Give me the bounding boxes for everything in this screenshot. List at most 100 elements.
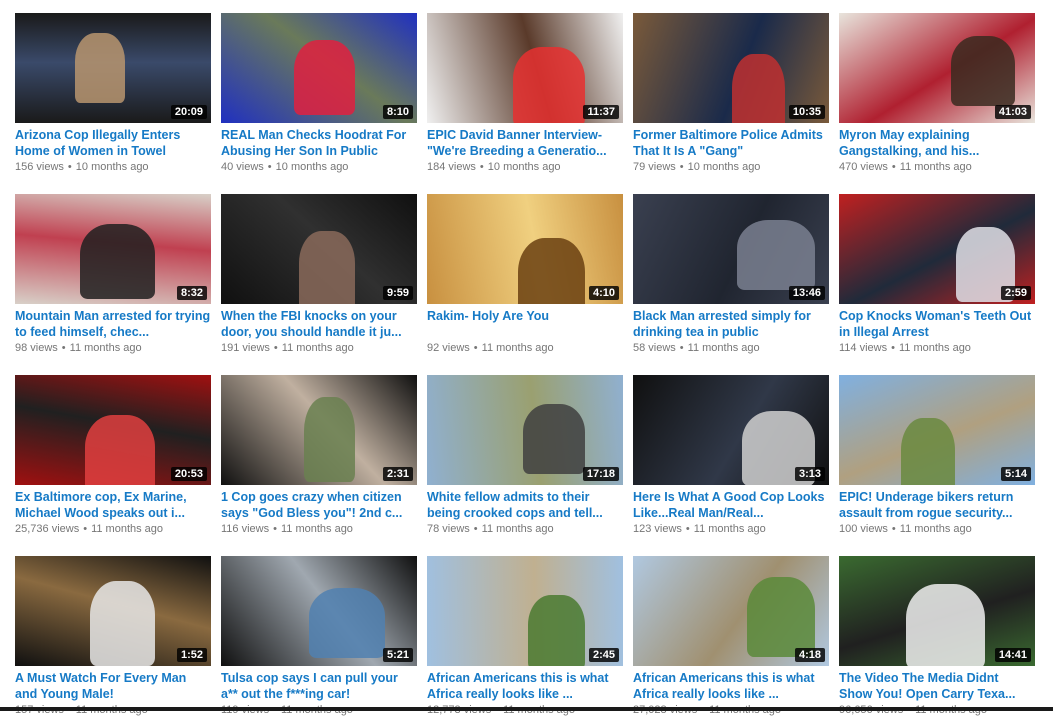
video-title-link[interactable]: Arizona Cop Illegally Enters Home of Wom… <box>15 127 211 159</box>
video-card[interactable]: 2:45 African Americans this is what Afric… <box>427 556 623 717</box>
thumbnail-figure <box>747 577 815 657</box>
video-card[interactable]: 11:37 EPIC David Banner Interview- "We're… <box>427 13 623 174</box>
video-card[interactable]: 9:59 When the FBI knocks on your door, yo… <box>221 194 417 355</box>
duration-badge: 2:45 <box>588 648 619 662</box>
separator-dot: • <box>679 161 684 173</box>
video-title-link[interactable]: EPIC! Underage bikers return assault fro… <box>839 489 1035 521</box>
video-card[interactable]: 5:14 EPIC! Underage bikers return assault… <box>839 375 1035 536</box>
video-title-link[interactable]: EPIC David Banner Interview- "We're Bree… <box>427 127 623 159</box>
video-title-link[interactable]: Black Man arrested simply for drinking t… <box>633 308 829 340</box>
duration-badge: 17:18 <box>582 467 619 481</box>
separator-dot: • <box>891 342 895 354</box>
thumbnail-figure <box>309 588 385 658</box>
separator-dot: • <box>891 161 896 173</box>
duration-badge: 14:41 <box>994 648 1031 662</box>
thumbnail-figure <box>951 36 1015 106</box>
video-title-link[interactable]: Mountain Man arrested for trying to feed… <box>15 308 211 340</box>
duration-badge: 1:52 <box>176 648 207 662</box>
video-title-link[interactable]: Former Baltimore Police Admits That It I… <box>633 127 829 159</box>
video-thumbnail[interactable]: 17:18 <box>427 375 623 485</box>
video-thumbnail[interactable]: 2:45 <box>427 556 623 666</box>
video-thumbnail[interactable]: 20:53 <box>15 375 211 485</box>
view-count: 156 views <box>15 161 64 173</box>
video-meta: 98 views • 11 months ago <box>15 341 211 355</box>
video-card[interactable]: 10:35 Former Baltimore Police Admits That… <box>633 13 829 174</box>
video-thumbnail[interactable]: 4:18 <box>633 556 829 666</box>
thumbnail-figure <box>901 418 955 485</box>
view-count: 79 views <box>633 161 676 173</box>
upload-age: 11 months ago <box>281 342 354 354</box>
video-thumbnail[interactable]: 9:59 <box>221 194 417 304</box>
video-card[interactable]: 4:18 African Americans this is what Afric… <box>633 556 829 717</box>
video-thumbnail[interactable]: 8:32 <box>15 194 211 304</box>
video-title-link[interactable]: When the FBI knocks on your door, you sh… <box>221 308 417 340</box>
separator-dot: • <box>61 342 66 354</box>
video-thumbnail[interactable]: 8:10 <box>221 13 417 123</box>
video-title-link[interactable]: The Video The Media Didnt Show You! Open… <box>839 670 1035 702</box>
video-thumbnail[interactable]: 2:31 <box>221 375 417 485</box>
video-thumbnail[interactable]: 4:10 <box>427 194 623 304</box>
duration-badge: 4:18 <box>794 648 825 662</box>
video-title-link[interactable]: Here Is What A Good Cop Looks Like...Rea… <box>633 489 829 521</box>
video-card[interactable]: 20:09 Arizona Cop Illegally Enters Home o… <box>15 13 211 174</box>
video-meta: 78 views • 11 months ago <box>427 522 623 536</box>
view-count: 100 views <box>839 523 888 535</box>
video-card[interactable]: 2:59 Cop Knocks Woman's Teeth Out in Ille… <box>839 194 1035 355</box>
thumbnail-figure <box>906 584 985 666</box>
thumbnail-figure <box>304 397 355 482</box>
separator-dot: • <box>83 523 88 535</box>
separator-dot: • <box>891 523 896 535</box>
video-card[interactable]: 17:18 White fellow admits to their being … <box>427 375 623 536</box>
view-count: 25,736 views <box>15 523 80 535</box>
video-card[interactable]: 4:10 Rakim- Holy Are You 92 views • 11 month… <box>427 194 623 355</box>
video-thumbnail[interactable]: 41:03 <box>839 13 1035 123</box>
video-title-link[interactable]: REAL Man Checks Hoodrat For Abusing Her … <box>221 127 417 159</box>
video-thumbnail[interactable]: 11:37 <box>427 13 623 123</box>
video-thumbnail[interactable]: 14:41 <box>839 556 1035 666</box>
video-title-link[interactable]: African Americans this is what Africa re… <box>427 670 623 702</box>
video-meta: 25,736 views • 11 months ago <box>15 522 211 536</box>
view-count: 58 views <box>633 342 676 354</box>
video-card[interactable]: 2:31 1 Cop goes crazy when citizen says "… <box>221 375 417 536</box>
upload-age: 11 months ago <box>69 342 142 354</box>
video-thumbnail[interactable]: 2:59 <box>839 194 1035 304</box>
video-thumbnail[interactable]: 5:21 <box>221 556 417 666</box>
video-thumbnail[interactable]: 10:35 <box>633 13 829 123</box>
video-meta: 116 views • 11 months ago <box>221 522 417 536</box>
video-title-link[interactable]: A Must Watch For Every Man and Young Mal… <box>15 670 211 702</box>
video-thumbnail[interactable]: 20:09 <box>15 13 211 123</box>
video-card[interactable]: 41:03 Myron May explaining Gangstalking, … <box>839 13 1035 174</box>
upload-age: 11 months ago <box>898 342 971 354</box>
video-card[interactable]: 1:52 A Must Watch For Every Man and Young… <box>15 556 211 717</box>
video-card[interactable]: 14:41 The Video The Media Didnt Show You!… <box>839 556 1035 717</box>
video-thumbnail[interactable]: 5:14 <box>839 375 1035 485</box>
video-meta: 191 views • 11 months ago <box>221 341 417 355</box>
thumbnail-figure <box>294 40 355 115</box>
video-title-link[interactable]: Cop Knocks Woman's Teeth Out in Illegal … <box>839 308 1035 340</box>
video-card[interactable]: 13:46 Black Man arrested simply for drink… <box>633 194 829 355</box>
view-count: 92 views <box>427 342 470 354</box>
video-title-link[interactable]: White fellow admits to their being crook… <box>427 489 623 521</box>
video-card[interactable]: 8:10 REAL Man Checks Hoodrat For Abusing … <box>221 13 417 174</box>
duration-badge: 8:10 <box>382 105 413 119</box>
video-thumbnail[interactable]: 3:13 <box>633 375 829 485</box>
video-title-link[interactable]: Tulsa cop says I can pull your a** out t… <box>221 670 417 702</box>
video-thumbnail[interactable]: 13:46 <box>633 194 829 304</box>
video-title-link[interactable]: Ex Baltimore cop, Ex Marine, Michael Woo… <box>15 489 211 521</box>
duration-badge: 5:21 <box>382 648 413 662</box>
video-card[interactable]: 5:21 Tulsa cop says I can pull your a** o… <box>221 556 417 717</box>
video-thumbnail[interactable]: 1:52 <box>15 556 211 666</box>
video-title-link[interactable]: African Americans this is what Africa re… <box>633 670 829 702</box>
video-title-link[interactable]: Myron May explaining Gangstalking, and h… <box>839 127 1035 159</box>
video-card[interactable]: 3:13 Here Is What A Good Cop Looks Like..… <box>633 375 829 536</box>
video-card[interactable]: 8:32 Mountain Man arrested for trying to … <box>15 194 211 355</box>
bottom-scrollbar[interactable] <box>0 707 1053 711</box>
video-card[interactable]: 20:53 Ex Baltimore cop, Ex Marine, Michae… <box>15 375 211 536</box>
view-count: 184 views <box>427 161 476 173</box>
video-title-link[interactable]: Rakim- Holy Are You <box>427 308 623 340</box>
video-title-link[interactable]: 1 Cop goes crazy when citizen says "God … <box>221 489 417 521</box>
video-meta: 100 views • 11 months ago <box>839 522 1035 536</box>
view-count: 78 views <box>427 523 470 535</box>
view-count: 114 views <box>839 342 888 354</box>
duration-badge: 3:13 <box>794 467 825 481</box>
